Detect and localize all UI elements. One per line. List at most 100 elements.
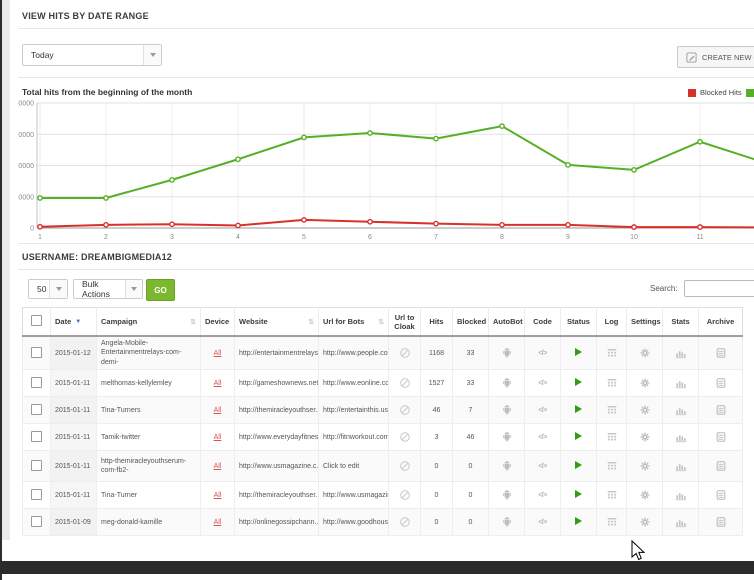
bulk-actions-select[interactable]: Bulk Actions	[73, 279, 143, 299]
status-play-icon[interactable]	[575, 432, 582, 440]
col-campaign[interactable]: Campaign⇅	[97, 308, 201, 337]
archive-icon[interactable]	[715, 489, 727, 501]
sort-icon: ⇅	[308, 319, 314, 326]
device-link[interactable]: All	[214, 350, 222, 357]
create-new-campaign-button[interactable]: CREATE NEW CAMPAIGN	[677, 46, 754, 68]
settings-gear-icon[interactable]	[639, 489, 651, 501]
stats-icon[interactable]	[675, 377, 687, 389]
code-icon[interactable]: </>	[538, 380, 547, 387]
log-icon[interactable]	[606, 347, 618, 359]
chevron-down-icon	[49, 280, 67, 298]
stats-icon[interactable]	[675, 460, 687, 472]
android-autobot-icon[interactable]	[501, 489, 513, 501]
log-icon[interactable]	[606, 377, 618, 389]
stats-icon[interactable]	[675, 347, 687, 359]
code-icon[interactable]: </>	[538, 519, 547, 526]
row-checkbox[interactable]	[31, 404, 42, 415]
cloak-icon[interactable]	[399, 404, 411, 416]
row-checkbox[interactable]	[31, 347, 42, 358]
log-icon[interactable]	[606, 489, 618, 501]
cell-campaign: meg-donald-kamille	[97, 509, 201, 536]
col-date[interactable]: Date▼	[51, 308, 97, 337]
chart-title: Total hits from the beginning of the mon…	[22, 87, 192, 97]
log-icon[interactable]	[606, 431, 618, 443]
settings-gear-icon[interactable]	[639, 460, 651, 472]
search-input[interactable]	[684, 280, 754, 297]
cell-blocked: 0	[453, 451, 489, 482]
cloak-icon[interactable]	[399, 377, 411, 389]
android-autobot-icon[interactable]	[501, 460, 513, 472]
settings-gear-icon[interactable]	[639, 516, 651, 528]
col-hits[interactable]: Hits	[421, 308, 453, 337]
cloak-icon[interactable]	[399, 460, 411, 472]
row-checkbox[interactable]	[31, 377, 42, 388]
archive-icon[interactable]	[715, 404, 727, 416]
svg-text:10: 10	[630, 234, 638, 241]
cloak-icon[interactable]	[399, 516, 411, 528]
cell-blocked: 33	[453, 336, 489, 370]
select-all-checkbox[interactable]	[31, 315, 42, 326]
status-play-icon[interactable]	[575, 461, 582, 469]
archive-icon[interactable]	[715, 516, 727, 528]
cell-website: http://onlinegossipchann...	[235, 509, 319, 536]
status-play-icon[interactable]	[575, 348, 582, 356]
archive-icon[interactable]	[715, 431, 727, 443]
device-link[interactable]: All	[214, 492, 222, 499]
col-url-to-cloak[interactable]: Url to Cloak	[389, 308, 421, 337]
cell-hits: 0	[421, 482, 453, 509]
table-row: 2015-01-11 Tina-Turner All http://themir…	[23, 482, 743, 509]
settings-gear-icon[interactable]	[639, 431, 651, 443]
code-icon[interactable]: </>	[538, 407, 547, 414]
code-icon[interactable]: </>	[538, 492, 547, 499]
android-autobot-icon[interactable]	[501, 431, 513, 443]
settings-gear-icon[interactable]	[639, 377, 651, 389]
col-website[interactable]: Website⇅	[235, 308, 319, 337]
archive-icon[interactable]	[715, 377, 727, 389]
status-play-icon[interactable]	[575, 378, 582, 386]
log-icon[interactable]	[606, 460, 618, 472]
code-icon[interactable]: </>	[538, 350, 547, 357]
cell-url-for-bots[interactable]: Click to edit	[319, 451, 389, 482]
row-checkbox[interactable]	[31, 516, 42, 527]
stats-icon[interactable]	[675, 404, 687, 416]
log-icon[interactable]	[606, 404, 618, 416]
col-blocked[interactable]: Blocked	[453, 308, 489, 337]
hits-line-chart: 123456789101112050000100000150000200000	[18, 100, 754, 246]
device-link[interactable]: All	[214, 463, 222, 470]
col-device[interactable]: Device	[201, 308, 235, 337]
col-archive: Archive	[699, 308, 743, 337]
cloak-icon[interactable]	[399, 347, 411, 359]
device-link[interactable]: All	[214, 380, 222, 387]
status-play-icon[interactable]	[575, 405, 582, 413]
go-button[interactable]: GO	[146, 279, 175, 301]
code-icon[interactable]: </>	[538, 463, 547, 470]
android-autobot-icon[interactable]	[501, 404, 513, 416]
android-autobot-icon[interactable]	[501, 347, 513, 359]
cloak-icon[interactable]	[399, 489, 411, 501]
status-play-icon[interactable]	[575, 517, 582, 525]
android-autobot-icon[interactable]	[501, 377, 513, 389]
cell-blocked: 33	[453, 370, 489, 397]
date-range-select[interactable]: Today	[22, 44, 162, 66]
settings-gear-icon[interactable]	[639, 347, 651, 359]
row-checkbox[interactable]	[31, 431, 42, 442]
archive-icon[interactable]	[715, 347, 727, 359]
log-icon[interactable]	[606, 516, 618, 528]
stats-icon[interactable]	[675, 431, 687, 443]
svg-text:5: 5	[302, 234, 306, 241]
device-link[interactable]: All	[214, 434, 222, 441]
device-link[interactable]: All	[214, 519, 222, 526]
col-url-for-bots[interactable]: Url for Bots⇅	[319, 308, 389, 337]
page-size-select[interactable]: 50	[28, 279, 68, 299]
status-play-icon[interactable]	[575, 490, 582, 498]
cloak-icon[interactable]	[399, 431, 411, 443]
row-checkbox[interactable]	[31, 460, 42, 471]
archive-icon[interactable]	[715, 460, 727, 472]
android-autobot-icon[interactable]	[501, 516, 513, 528]
stats-icon[interactable]	[675, 489, 687, 501]
settings-gear-icon[interactable]	[639, 404, 651, 416]
code-icon[interactable]: </>	[538, 434, 547, 441]
device-link[interactable]: All	[214, 407, 222, 414]
stats-icon[interactable]	[675, 516, 687, 528]
row-checkbox[interactable]	[31, 489, 42, 500]
